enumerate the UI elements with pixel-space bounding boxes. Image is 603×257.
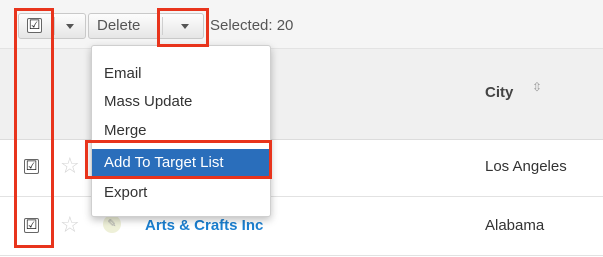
column-header-city[interactable]: City: [485, 84, 513, 101]
chevron-down-icon[interactable]: [66, 24, 74, 29]
row-checkbox[interactable]: ☑: [24, 159, 39, 174]
menu-item-email[interactable]: Email: [92, 62, 270, 86]
list-toolbar: ☑ Delete Selected: 20: [0, 0, 603, 49]
city-cell: Los Angeles: [485, 158, 567, 175]
divider: [162, 17, 163, 35]
row-checkbox[interactable]: ☑: [24, 218, 39, 233]
city-cell: Alabama: [485, 217, 545, 234]
account-name-link[interactable]: Arts & Crafts Inc: [145, 217, 263, 234]
edit-pencil-icon[interactable]: ✎: [103, 215, 121, 233]
favorite-star-icon[interactable]: ☆: [60, 213, 80, 238]
sort-icon[interactable]: ⇳: [532, 80, 542, 94]
actions-dropdown-chevron-icon[interactable]: [181, 24, 189, 29]
select-all-dropdown[interactable]: ☑: [18, 13, 86, 39]
menu-item-mass-update[interactable]: Mass Update: [92, 90, 270, 114]
menu-item-merge[interactable]: Merge: [92, 119, 270, 143]
select-all-checkbox[interactable]: ☑: [27, 18, 42, 33]
favorite-star-icon[interactable]: ☆: [60, 154, 80, 179]
menu-item-export[interactable]: Export: [92, 181, 270, 205]
delete-button-group: Delete: [88, 13, 204, 39]
mass-actions-menu: Email Mass Update Merge Add To Target Li…: [91, 45, 271, 217]
divider: [54, 17, 55, 35]
delete-button[interactable]: Delete: [97, 14, 140, 38]
selected-count: Selected: 20: [210, 17, 294, 34]
menu-item-add-to-target-list[interactable]: Add To Target List: [92, 149, 270, 176]
